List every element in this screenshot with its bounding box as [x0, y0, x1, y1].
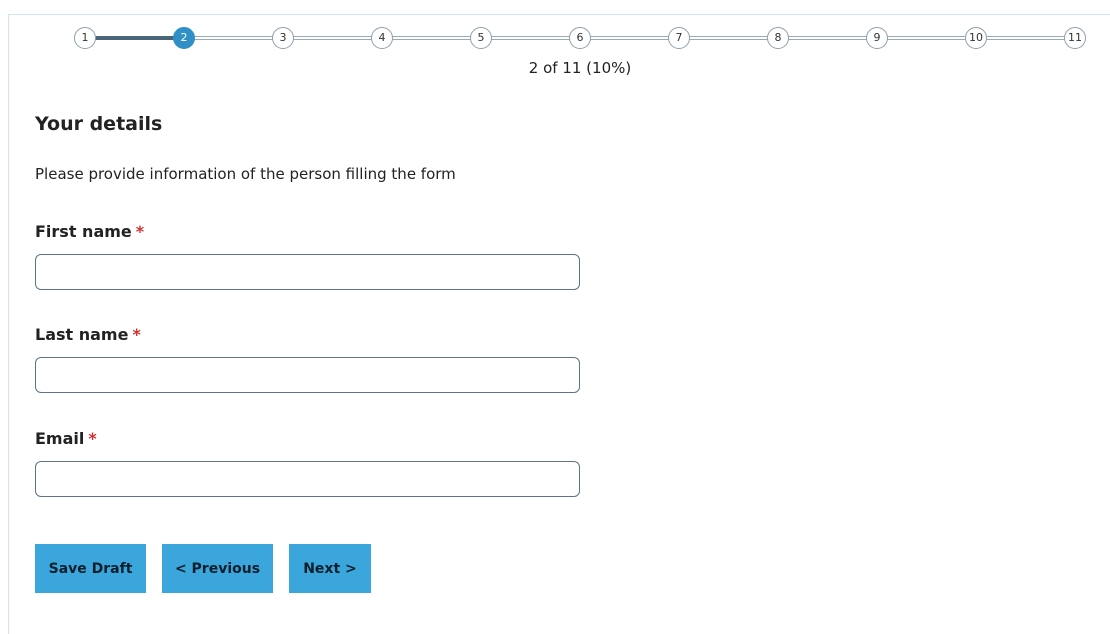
- progress-stepper: 1 2 3 4 5 6 7 8 9 10 11: [74, 27, 1086, 49]
- step-4[interactable]: 4: [371, 27, 393, 49]
- step-10[interactable]: 10: [965, 27, 987, 49]
- email-label: Email *: [35, 429, 97, 448]
- first-name-label: First name *: [35, 222, 144, 241]
- step-3[interactable]: 3: [272, 27, 294, 49]
- email-input[interactable]: [35, 461, 580, 497]
- section-title: Your details: [35, 113, 163, 135]
- step-7[interactable]: 7: [668, 27, 690, 49]
- step-6[interactable]: 6: [569, 27, 591, 49]
- save-draft-button[interactable]: Save Draft: [35, 544, 146, 593]
- last-name-input[interactable]: [35, 357, 580, 393]
- stepper-track-fill: [85, 36, 182, 40]
- previous-button[interactable]: < Previous: [162, 544, 273, 593]
- required-marker: *: [135, 222, 145, 241]
- step-9[interactable]: 9: [866, 27, 888, 49]
- form-frame: [8, 14, 1110, 634]
- step-11[interactable]: 11: [1064, 27, 1086, 49]
- step-1[interactable]: 1: [74, 27, 96, 49]
- required-marker: *: [132, 325, 141, 344]
- last-name-label-text: Last name: [35, 325, 129, 344]
- progress-label: 2 of 11 (10%): [528, 59, 632, 77]
- next-button[interactable]: Next >: [289, 544, 371, 593]
- first-name-input[interactable]: [35, 254, 580, 290]
- email-label-text: Email: [35, 429, 85, 448]
- first-name-label-text: First name: [35, 222, 132, 241]
- step-5[interactable]: 5: [470, 27, 492, 49]
- step-8[interactable]: 8: [767, 27, 789, 49]
- section-description: Please provide information of the person…: [35, 165, 456, 183]
- required-marker: *: [88, 429, 97, 448]
- last-name-label: Last name *: [35, 325, 141, 344]
- step-2-current[interactable]: 2: [173, 27, 195, 49]
